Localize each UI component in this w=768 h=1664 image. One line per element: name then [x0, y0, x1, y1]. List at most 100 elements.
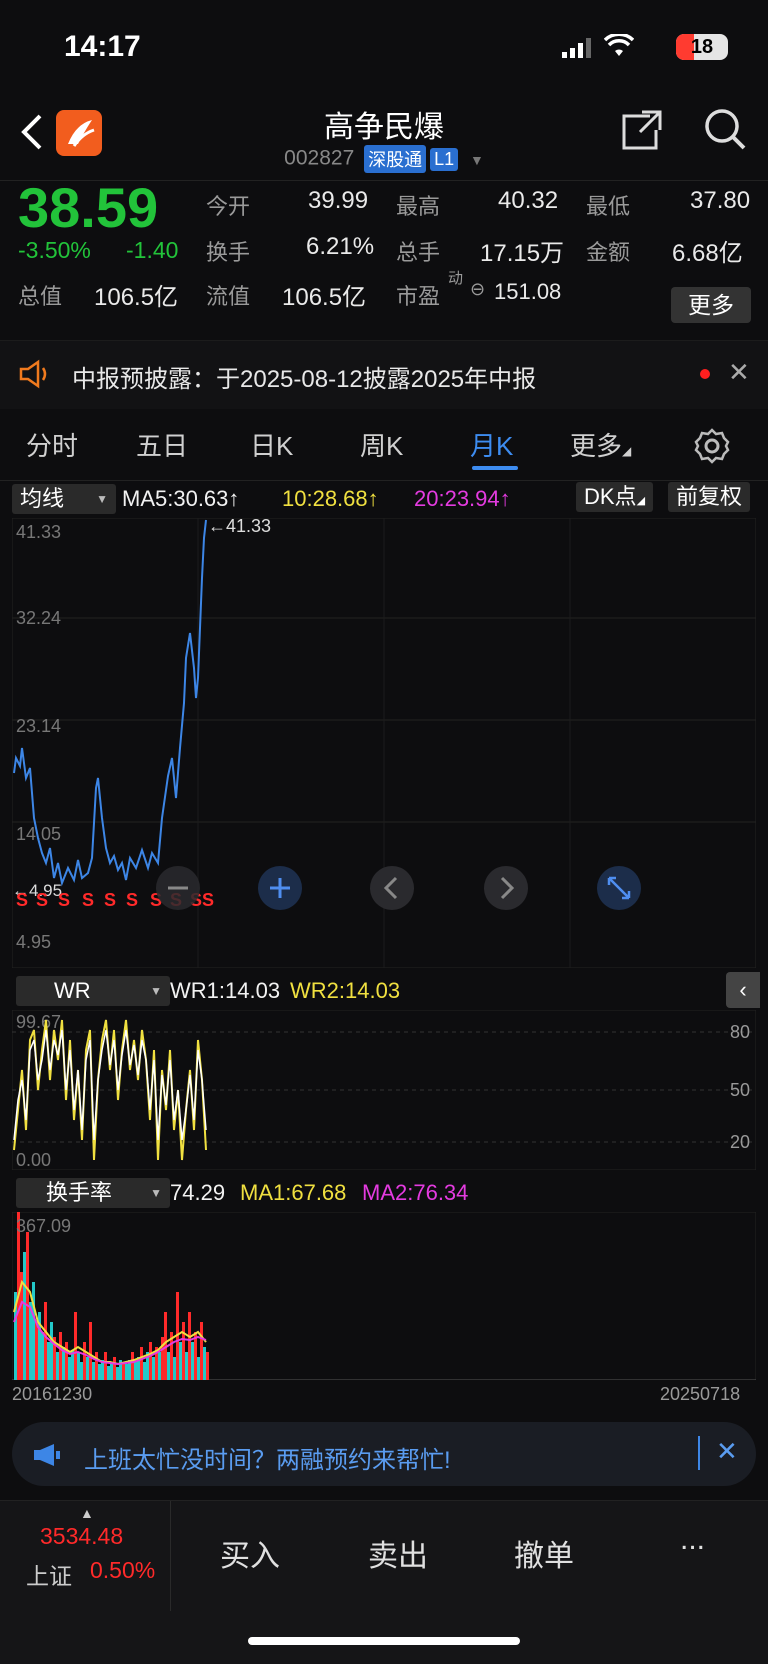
buy-button[interactable]: 买入 [220, 1531, 280, 1575]
y-tick: 4.95 [16, 932, 51, 952]
change-percent: -3.50% [18, 237, 91, 263]
adjust-mode-button[interactable]: 前复权 [668, 482, 751, 512]
svg-text:50: 50 [730, 1080, 750, 1100]
ma-indicator-row: 均线 ▼ MA5:30.63↑ 10:28.68↑ 20:23.94↑ DK点◢ … [0, 480, 768, 518]
signal-icon [562, 38, 591, 58]
clock: 14:17 [64, 30, 141, 63]
turnover-bars [14, 1212, 209, 1380]
svg-text:S: S [202, 890, 214, 910]
turnover-value: 6.21% [306, 233, 375, 260]
svg-text:S: S [104, 890, 116, 910]
collapse-panel-button[interactable]: ‹ [726, 972, 760, 1008]
low-label: 最低 [586, 194, 631, 219]
wifi-icon [604, 34, 634, 56]
start-date: 20161230 [12, 1384, 93, 1404]
more-quote-button[interactable]: 更多 [671, 287, 751, 323]
y-tick: 32.24 [16, 608, 61, 628]
open-label: 今开 [206, 194, 251, 219]
period-tabs: 分时 五日 日K 周K 月K 更多◢ [0, 412, 768, 481]
cancel-order-button[interactable]: 撤单 [514, 1531, 574, 1575]
promo-banner[interactable]: 上班太忙没时间？两融预约来帮忙! ✕ [12, 1422, 756, 1486]
scroll-left-button[interactable] [370, 866, 414, 910]
turnover-rate-value: 74.29 [170, 1180, 226, 1205]
tab-five-day[interactable]: 五日 [136, 426, 188, 463]
amount-value: 6.68亿 [672, 240, 743, 267]
turnover-selector[interactable]: 换手率 ▼ [16, 1178, 170, 1208]
sell-button[interactable]: 卖出 [368, 1531, 428, 1575]
stock-code: 002827 [284, 146, 355, 170]
info-icon[interactable]: ⊖ [470, 279, 485, 300]
volume-value: 17.15万 [480, 240, 565, 267]
high-value: 40.32 [498, 187, 559, 214]
notice-text: 中报预披露：于2025-08-12披露2025年中报 [72, 366, 537, 393]
index-value: 3534.48 [40, 1523, 124, 1549]
svg-text:20: 20 [730, 1132, 750, 1152]
open-value: 39.99 [308, 187, 369, 214]
amount-label: 金额 [586, 240, 631, 265]
market-tag: 深股通 [364, 145, 427, 173]
wr-indicator-row: WR ▼ WR1:14.03 WR2:14.03 ‹ [0, 972, 768, 1010]
stock-header: 高争民爆 002827 深股通 L1 ▼ [0, 100, 768, 178]
status-bar: 14:17 18 [0, 0, 768, 100]
turnover-label: 换手 [206, 240, 251, 265]
svg-text:80: 80 [730, 1022, 750, 1042]
close-icon[interactable]: ✕ [716, 1436, 738, 1467]
high-label: 最高 [396, 194, 441, 219]
battery-icon: 18 [676, 34, 728, 60]
turnover-indicator-row: 换手率 ▼ 74.29 MA1:67.68 MA2:76.34 [0, 1174, 768, 1212]
low-value: 37.80 [690, 187, 751, 214]
fullscreen-button[interactable] [597, 866, 641, 910]
close-icon[interactable]: ✕ [728, 357, 750, 388]
banner-text: 上班太忙没时间？两融预约来帮忙! [84, 1447, 451, 1474]
ma20-value: 20:23.94↑ [414, 486, 511, 511]
svg-text:S: S [16, 890, 28, 910]
svg-text:99.67: 99.67 [16, 1012, 61, 1032]
end-date: 20250718 [660, 1384, 741, 1404]
expand-up-icon[interactable]: ▲ [80, 1505, 94, 1521]
y-tick: 41.33 [16, 522, 61, 542]
home-indicator [248, 1637, 520, 1645]
notice-bar[interactable]: 中报预披露：于2025-08-12披露2025年中报 ✕ [0, 340, 768, 409]
search-icon[interactable] [702, 106, 748, 152]
wr-selector[interactable]: WR ▼ [16, 976, 170, 1006]
pe-superscript: 动 [448, 270, 464, 287]
turnover-ma2-value: MA2:76.34 [362, 1180, 469, 1205]
float-mv-label: 流值 [206, 284, 251, 309]
svg-text:S: S [82, 890, 94, 910]
tab-weekly-k[interactable]: 周K [360, 426, 403, 463]
level-tag: L1 [430, 147, 459, 171]
zoom-out-button[interactable] [156, 866, 200, 910]
unread-dot [700, 369, 710, 379]
index-name: 上证 [26, 1563, 72, 1589]
zoom-in-button[interactable] [258, 866, 302, 910]
y-tick: 23.14 [16, 716, 61, 736]
chevron-down-icon: ▼ [469, 151, 484, 168]
volume-label: 总手 [396, 240, 441, 265]
ma10-value: 10:28.68↑ [282, 486, 379, 511]
more-options-button[interactable]: ... [680, 1523, 705, 1557]
share-icon[interactable] [620, 108, 664, 152]
svg-text:0.00: 0.00 [16, 1150, 51, 1170]
last-price: 38.59 [18, 176, 159, 239]
total-mv-value: 106.5亿 [94, 284, 179, 311]
tab-daily-k[interactable]: 日K [250, 426, 293, 463]
dk-point-button[interactable]: DK点◢ [576, 482, 654, 512]
pe-label: 市盈 [396, 284, 441, 309]
tab-intraday[interactable]: 分时 [26, 426, 78, 463]
svg-text:S: S [36, 890, 48, 910]
indicator-selector[interactable]: 均线 ▼ [12, 484, 116, 514]
tab-monthly-k[interactable]: 月K [470, 426, 513, 463]
ma5-value: MA5:30.63↑ [122, 486, 240, 511]
wr1-value: WR1:14.03 [170, 978, 281, 1003]
change-amount: -1.40 [126, 237, 179, 263]
svg-text:367.09: 367.09 [16, 1216, 71, 1236]
kline-chart[interactable]: 41.33 32.24 23.14 14.05 4.95 ←41.33 ←4.9… [12, 518, 756, 968]
divider [698, 1436, 700, 1470]
max-price-label: ←41.33 [208, 518, 271, 536]
scroll-right-button[interactable] [484, 866, 528, 910]
tab-more[interactable]: 更多◢ [570, 426, 631, 463]
settings-icon[interactable] [694, 428, 730, 464]
active-tab-indicator [472, 466, 518, 470]
index-change: 0.50% [90, 1557, 156, 1583]
pe-value: 151.08 [494, 279, 562, 304]
